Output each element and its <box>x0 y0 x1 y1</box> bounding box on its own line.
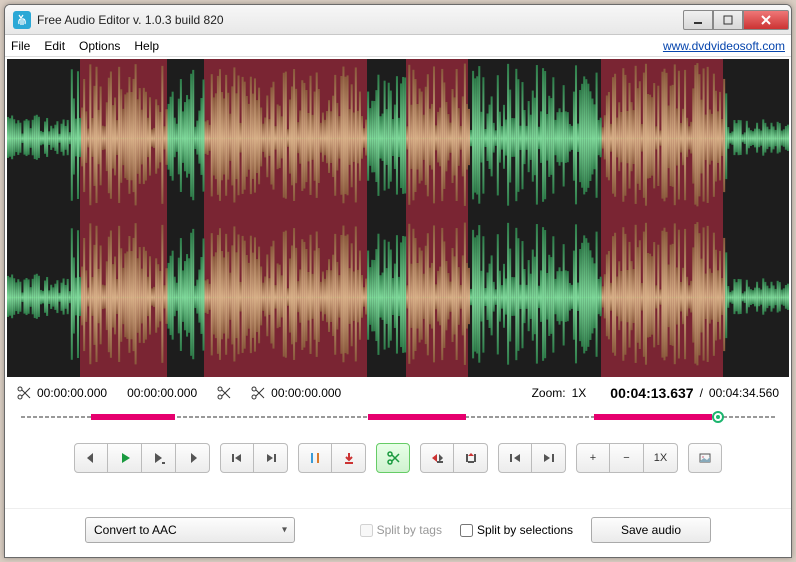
markers-button[interactable] <box>298 443 332 473</box>
scissors-icon <box>251 386 265 400</box>
step-back-button[interactable] <box>74 443 108 473</box>
trim-right-button[interactable] <box>454 443 488 473</box>
toolbar: + − 1X <box>5 437 791 489</box>
maximize-button[interactable] <box>713 10 743 30</box>
sel-start-time: 00:00:00.000 <box>37 386 107 400</box>
minimize-button[interactable] <box>683 10 713 30</box>
trim-left-button[interactable] <box>420 443 454 473</box>
picture-button[interactable] <box>688 443 722 473</box>
scissors-icon <box>217 386 231 400</box>
app-window: Free Audio Editor v. 1.0.3 build 820 Fil… <box>4 4 792 558</box>
window-title: Free Audio Editor v. 1.0.3 build 820 <box>37 13 683 27</box>
split-by-tags-check: Split by tags <box>360 523 442 537</box>
waveform-display[interactable] <box>7 59 789 377</box>
cut-selection-button[interactable] <box>376 443 410 473</box>
bottom-bar: Convert to AAC Split by tags Split by se… <box>5 508 791 557</box>
zoom-in-button[interactable]: + <box>576 443 610 473</box>
app-icon <box>13 11 31 29</box>
info-row: 00:00:00.000 00:00:00.000 00:00:00.000 Z… <box>5 379 791 407</box>
skip-forward-button[interactable] <box>254 443 288 473</box>
scissors-icon <box>17 386 31 400</box>
convert-format-dropdown[interactable]: Convert to AAC <box>85 517 295 543</box>
zoom-level-button[interactable]: 1X <box>644 443 678 473</box>
zoom-label: Zoom: <box>532 386 566 400</box>
website-link[interactable]: www.dvdvideosoft.com <box>663 39 785 53</box>
play-selection-button[interactable] <box>142 443 176 473</box>
zoom-value: 1X <box>572 386 587 400</box>
timeline-track[interactable] <box>21 411 775 423</box>
skip-back-button[interactable] <box>220 443 254 473</box>
cut-pos-time: 00:00:00.000 <box>271 386 341 400</box>
zoom-out-button[interactable]: − <box>610 443 644 473</box>
total-time: 00:04:34.560 <box>709 386 779 400</box>
sel-end-time: 00:00:00.000 <box>127 386 197 400</box>
menu-help[interactable]: Help <box>134 39 159 53</box>
current-time: 00:04:13.637 <box>610 385 693 401</box>
menu-bar: File Edit Options Help www.dvdvideosoft.… <box>5 35 791 57</box>
add-marker-button[interactable] <box>332 443 366 473</box>
title-bar: Free Audio Editor v. 1.0.3 build 820 <box>5 5 791 35</box>
step-forward-button[interactable] <box>176 443 210 473</box>
time-separator: / <box>700 386 703 400</box>
close-button[interactable] <box>743 10 789 30</box>
selection-start-button[interactable] <box>498 443 532 473</box>
timeline-segment[interactable] <box>594 414 712 420</box>
selection-end-button[interactable] <box>532 443 566 473</box>
save-audio-button[interactable]: Save audio <box>591 517 711 543</box>
split-by-selections-check[interactable]: Split by selections <box>460 523 573 537</box>
menu-file[interactable]: File <box>11 39 30 53</box>
play-button[interactable] <box>108 443 142 473</box>
playhead[interactable] <box>712 411 724 423</box>
menu-options[interactable]: Options <box>79 39 120 53</box>
timeline-segment[interactable] <box>368 414 466 420</box>
timeline-segment[interactable] <box>91 414 175 420</box>
menu-edit[interactable]: Edit <box>44 39 65 53</box>
